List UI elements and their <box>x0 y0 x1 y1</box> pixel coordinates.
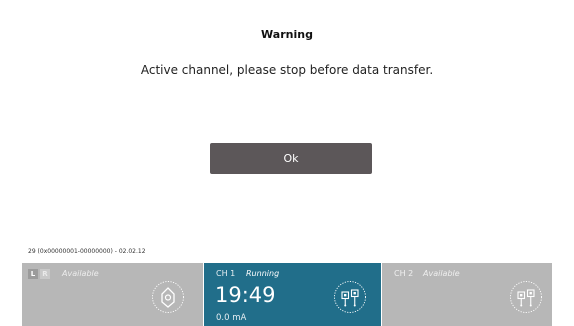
dual-lead-icon <box>334 281 366 313</box>
ch1-time: 19:49 <box>215 283 276 307</box>
device-info: 29 (0x00000001-00000000) - 02.02.12 <box>28 248 146 255</box>
tag-l: L <box>28 269 38 279</box>
ch2-label: CH 2 <box>394 269 414 278</box>
lr-status: Available <box>62 269 99 278</box>
dialog-title: Warning <box>261 28 313 41</box>
ch1-status: Running <box>246 269 280 278</box>
channel-panel-lr[interactable]: L R Available <box>22 263 203 326</box>
ok-button[interactable]: Ok <box>210 143 372 174</box>
main-screen: Warning Active channel, please stop befo… <box>22 0 552 326</box>
channel-panels: L R Available CH 1 Running 19:49 0.0 mA <box>22 263 552 326</box>
ch2-status: Available <box>423 269 460 278</box>
electrode-pad-icon <box>152 281 184 313</box>
dual-lead-icon <box>510 281 542 313</box>
channel-panel-ch1[interactable]: CH 1 Running 19:49 0.0 mA <box>204 263 381 326</box>
ch1-current: 0.0 mA <box>216 313 247 323</box>
dialog-message: Active channel, please stop before data … <box>140 63 434 77</box>
channel-panel-ch2[interactable]: CH 2 Available <box>382 263 552 326</box>
tag-r: R <box>40 269 50 279</box>
ch1-label: CH 1 <box>216 269 236 278</box>
